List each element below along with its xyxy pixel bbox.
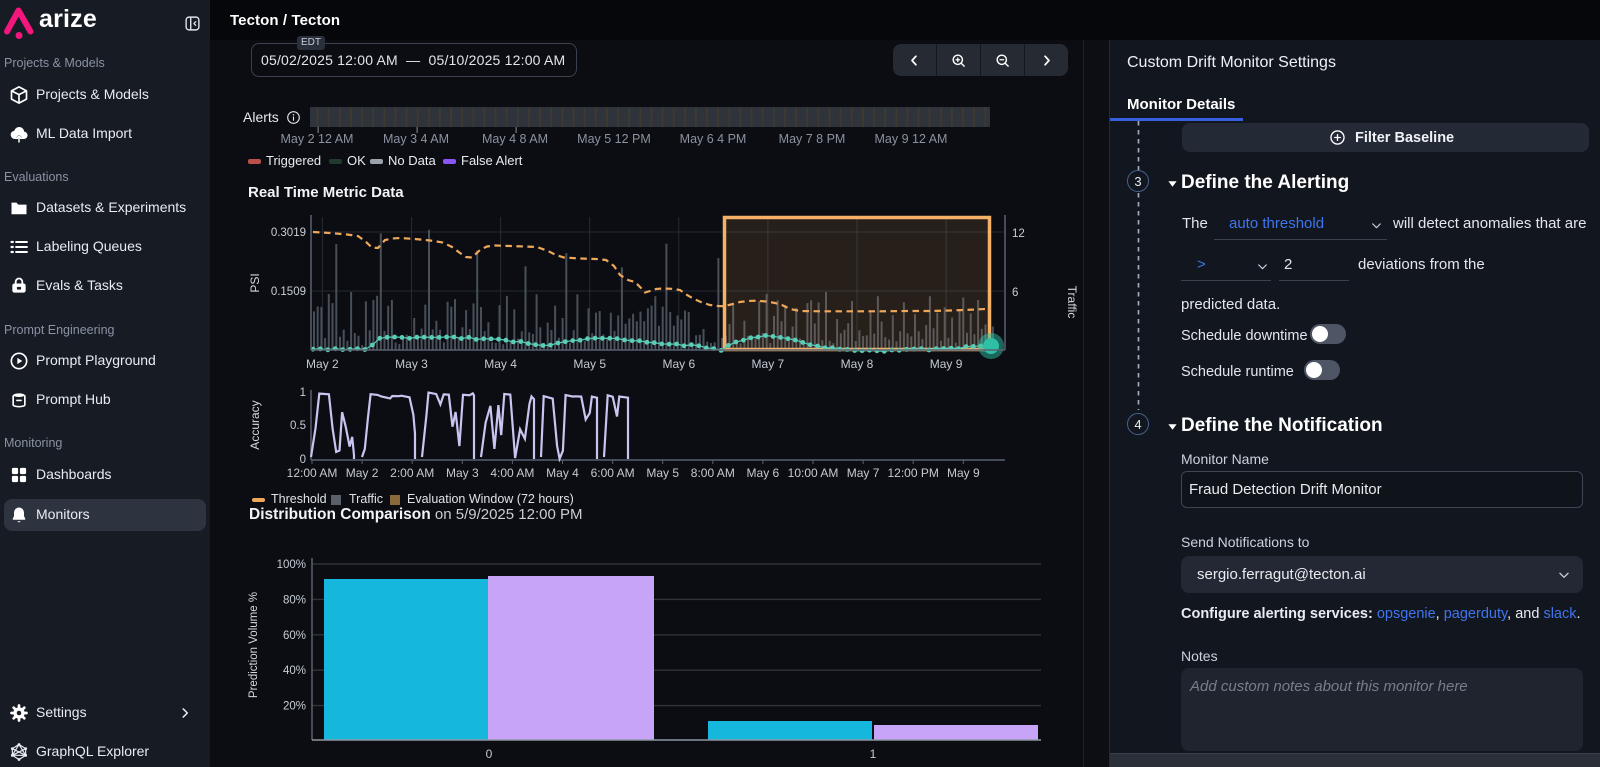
svg-text:May 2: May 2 [346, 466, 379, 480]
svg-text:10:00 AM: 10:00 AM [788, 466, 839, 480]
svg-text:0: 0 [300, 454, 306, 466]
svg-text:60%: 60% [283, 630, 306, 642]
svg-text:May 3: May 3 [395, 357, 428, 371]
svg-text:0.1509: 0.1509 [271, 286, 306, 298]
svg-text:Accuracy: Accuracy [248, 400, 262, 449]
svg-text:80%: 80% [283, 594, 306, 606]
svg-text:May 9: May 9 [930, 357, 963, 371]
svg-text:Prediction Volume %: Prediction Volume % [248, 592, 260, 698]
svg-text:8:00 AM: 8:00 AM [691, 466, 735, 480]
svg-text:May 5: May 5 [646, 466, 679, 480]
svg-text:40%: 40% [283, 665, 306, 677]
svg-text:1: 1 [870, 747, 877, 761]
svg-text:12:00 PM: 12:00 PM [888, 466, 939, 480]
svg-text:May 2: May 2 [306, 357, 339, 371]
svg-text:12: 12 [1012, 228, 1025, 240]
svg-text:May 4: May 4 [546, 466, 579, 480]
svg-text:0: 0 [486, 747, 493, 761]
svg-text:May 6: May 6 [662, 357, 695, 371]
svg-text:6: 6 [1012, 287, 1018, 299]
svg-text:May 3: May 3 [446, 466, 479, 480]
svg-text:May 4: May 4 [484, 357, 517, 371]
svg-text:1: 1 [300, 387, 306, 399]
svg-text:2:00 AM: 2:00 AM [390, 466, 434, 480]
svg-text:Traffic: Traffic [1065, 286, 1079, 319]
svg-text:May 8: May 8 [841, 357, 874, 371]
svg-text:0.5: 0.5 [290, 420, 306, 432]
svg-text:May 9: May 9 [947, 466, 980, 480]
svg-text:12:00 AM: 12:00 AM [287, 466, 338, 480]
svg-text:6:00 AM: 6:00 AM [591, 466, 635, 480]
svg-text:May 6: May 6 [747, 466, 780, 480]
svg-text:4:00 AM: 4:00 AM [490, 466, 534, 480]
svg-text:May 7: May 7 [752, 357, 785, 371]
svg-text:20%: 20% [283, 701, 306, 713]
svg-text:May 5: May 5 [573, 357, 606, 371]
svg-text:100%: 100% [277, 559, 306, 571]
svg-text:PSI: PSI [248, 273, 262, 292]
svg-text:0.3019: 0.3019 [271, 227, 306, 239]
svg-text:May 7: May 7 [847, 466, 880, 480]
